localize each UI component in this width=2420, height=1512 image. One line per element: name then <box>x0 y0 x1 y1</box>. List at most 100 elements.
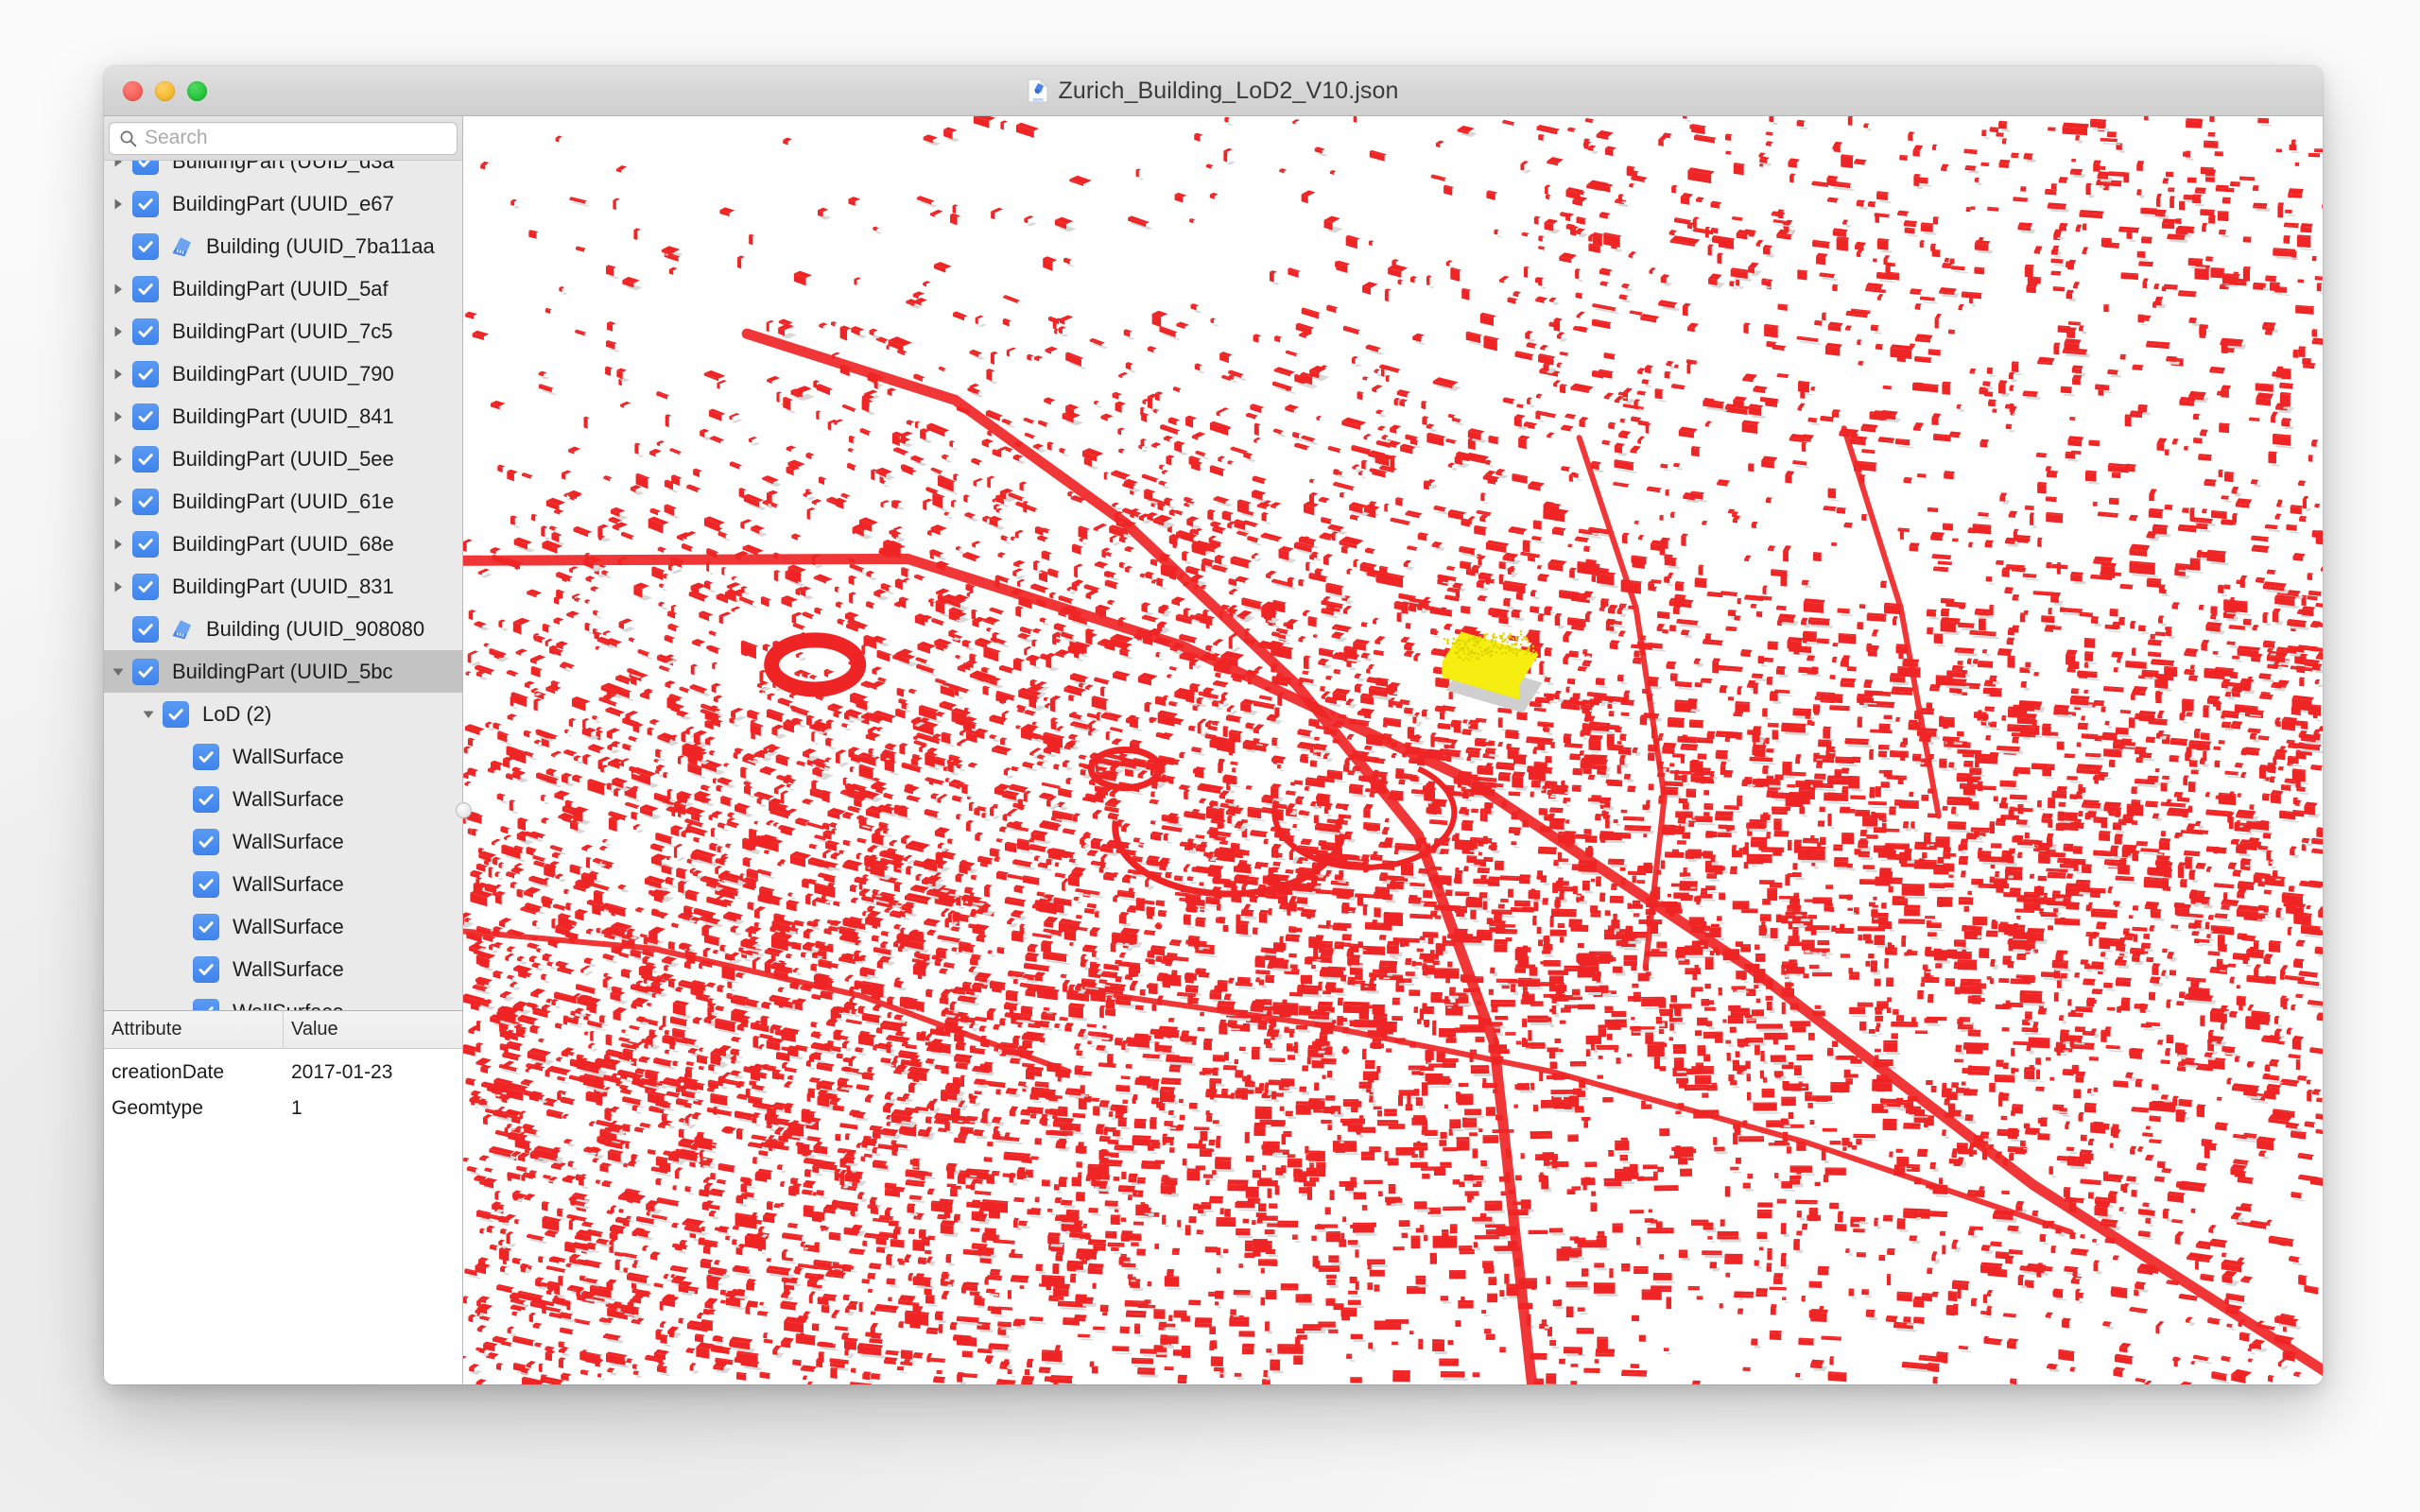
chevron-down-icon[interactable] <box>104 664 132 679</box>
tree-row[interactable]: BuildingPart (UUID_68e <box>104 523 462 565</box>
tree-row-label: BuildingPart (UUID_841 <box>172 404 394 429</box>
tree-row-label: BuildingPart (UUID_790 <box>172 362 394 387</box>
window-content: BuildingPart (UUID_d3a BuildingPart (UUID… <box>104 116 2323 1384</box>
visibility-checkbox[interactable] <box>132 659 159 685</box>
tree-row-label: Building (UUID_908080 <box>206 617 424 642</box>
tree-row[interactable]: WallSurface <box>104 778 462 820</box>
tree-row[interactable]: WallSurface <box>104 735 462 778</box>
chevron-right-icon[interactable] <box>104 367 132 382</box>
tree-row-label: BuildingPart (UUID_61e <box>172 490 394 514</box>
chevron-right-icon[interactable] <box>104 494 132 509</box>
visibility-checkbox[interactable] <box>132 361 159 387</box>
tree-row-label: BuildingPart (UUID_7c5 <box>172 319 393 344</box>
tree-row-label: WallSurface <box>233 830 344 854</box>
chevron-right-icon[interactable] <box>104 197 132 212</box>
tree-row[interactable]: BuildingPart (UUID_5bc <box>104 650 462 693</box>
column-header-value[interactable]: Value <box>284 1011 462 1048</box>
visibility-checkbox[interactable] <box>193 871 219 898</box>
feature-tree[interactable]: BuildingPart (UUID_d3a BuildingPart (UUID… <box>104 161 462 1011</box>
attribute-name-cell: Geomtype <box>104 1097 284 1120</box>
tree-row[interactable]: WallSurface <box>104 905 462 948</box>
window-title-group: JSON Zurich_Building_LoD2_V10.json <box>104 66 2323 115</box>
visibility-checkbox[interactable] <box>132 616 159 643</box>
chevron-right-icon[interactable] <box>104 161 132 169</box>
tree-row-label: LoD (2) <box>202 702 271 727</box>
chevron-right-icon[interactable] <box>104 324 132 339</box>
tree-row-label: BuildingPart (UUID_5af <box>172 277 389 301</box>
chevron-right-icon[interactable] <box>104 579 132 594</box>
tree-row[interactable]: BuildingPart (UUID_61e <box>104 480 462 523</box>
column-header-attribute[interactable]: Attribute <box>104 1011 284 1048</box>
visibility-checkbox[interactable] <box>132 489 159 515</box>
zoom-button[interactable] <box>187 81 207 101</box>
building-icon <box>168 234 193 259</box>
visibility-checkbox[interactable] <box>132 574 159 600</box>
chevron-down-icon[interactable] <box>134 707 163 722</box>
minimize-button[interactable] <box>155 81 175 101</box>
visibility-checkbox[interactable] <box>132 191 159 217</box>
window-title-text: Zurich_Building_LoD2_V10.json <box>1058 77 1398 105</box>
city-model-canvas <box>463 116 2323 1384</box>
visibility-checkbox[interactable] <box>132 276 159 302</box>
sidebar-panel: BuildingPart (UUID_d3a BuildingPart (UUID… <box>104 116 463 1384</box>
tree-row[interactable]: BuildingPart (UUID_790 <box>104 352 462 395</box>
tree-row-label: BuildingPart (UUID_831 <box>172 575 394 599</box>
attribute-table: Attribute Value creationDate2017-01-23Ge… <box>104 1011 462 1384</box>
tree-row[interactable]: BuildingPart (UUID_831 <box>104 565 462 608</box>
tree-row[interactable]: LoD (2) <box>104 693 462 735</box>
chevron-right-icon[interactable] <box>104 452 132 467</box>
application-window: JSON Zurich_Building_LoD2_V10.json <box>104 66 2323 1384</box>
tree-row-label: WallSurface <box>233 957 344 982</box>
attribute-row[interactable]: Geomtype1 <box>104 1091 462 1126</box>
visibility-checkbox[interactable] <box>193 914 219 940</box>
visibility-checkbox[interactable] <box>163 701 189 728</box>
tree-row-label: BuildingPart (UUID_5ee <box>172 447 394 472</box>
attribute-value-cell: 2017-01-23 <box>284 1061 462 1084</box>
visibility-checkbox[interactable] <box>193 744 219 770</box>
tree-row-label: BuildingPart (UUID_d3a <box>172 161 394 174</box>
search-bar <box>104 116 462 161</box>
tree-row[interactable]: Building (UUID_908080 <box>104 608 462 650</box>
visibility-checkbox[interactable] <box>132 318 159 345</box>
tree-row[interactable]: BuildingPart (UUID_5ee <box>104 438 462 480</box>
tree-row[interactable]: WallSurface <box>104 990 462 1011</box>
chevron-right-icon[interactable] <box>104 537 132 552</box>
window-titlebar[interactable]: JSON Zurich_Building_LoD2_V10.json <box>104 66 2323 116</box>
tree-row[interactable]: BuildingPart (UUID_7c5 <box>104 310 462 352</box>
svg-text:JSON: JSON <box>1033 97 1044 102</box>
building-icon <box>168 617 193 642</box>
tree-row-label: WallSurface <box>233 872 344 897</box>
tree-row[interactable]: BuildingPart (UUID_e67 <box>104 182 462 225</box>
tree-row[interactable]: BuildingPart (UUID_841 <box>104 395 462 438</box>
attribute-value-cell: 1 <box>284 1097 462 1120</box>
visibility-checkbox[interactable] <box>193 999 219 1012</box>
3d-city-model-view[interactable] <box>463 116 2323 1384</box>
visibility-checkbox[interactable] <box>132 446 159 472</box>
visibility-checkbox[interactable] <box>132 404 159 430</box>
chevron-right-icon[interactable] <box>104 282 132 297</box>
attribute-row[interactable]: creationDate2017-01-23 <box>104 1055 462 1091</box>
tree-row[interactable]: BuildingPart (UUID_5af <box>104 267 462 310</box>
visibility-checkbox[interactable] <box>132 161 159 175</box>
feature-tree-rows: BuildingPart (UUID_d3a BuildingPart (UUID… <box>104 161 462 1011</box>
tree-row-label: Building (UUID_7ba11aa <box>206 234 435 259</box>
visibility-checkbox[interactable] <box>193 786 219 813</box>
attribute-table-header: Attribute Value <box>104 1011 462 1049</box>
visibility-checkbox[interactable] <box>132 233 159 260</box>
tree-row[interactable]: WallSurface <box>104 948 462 990</box>
close-button[interactable] <box>123 81 143 101</box>
tree-row[interactable]: Building (UUID_7ba11aa <box>104 225 462 267</box>
search-input[interactable] <box>145 127 447 149</box>
json-file-icon: JSON <box>1028 78 1048 103</box>
tree-row-label: WallSurface <box>233 1000 344 1012</box>
tree-row[interactable]: WallSurface <box>104 820 462 863</box>
tree-row[interactable]: BuildingPart (UUID_d3a <box>104 161 462 182</box>
chevron-right-icon[interactable] <box>104 409 132 424</box>
search-field[interactable] <box>109 122 458 155</box>
visibility-checkbox[interactable] <box>193 829 219 855</box>
visibility-checkbox[interactable] <box>193 956 219 983</box>
tree-row[interactable]: WallSurface <box>104 863 462 905</box>
tree-row-label: BuildingPart (UUID_5bc <box>172 660 393 684</box>
visibility-checkbox[interactable] <box>132 531 159 558</box>
panel-splitter-grip[interactable] <box>456 802 472 818</box>
